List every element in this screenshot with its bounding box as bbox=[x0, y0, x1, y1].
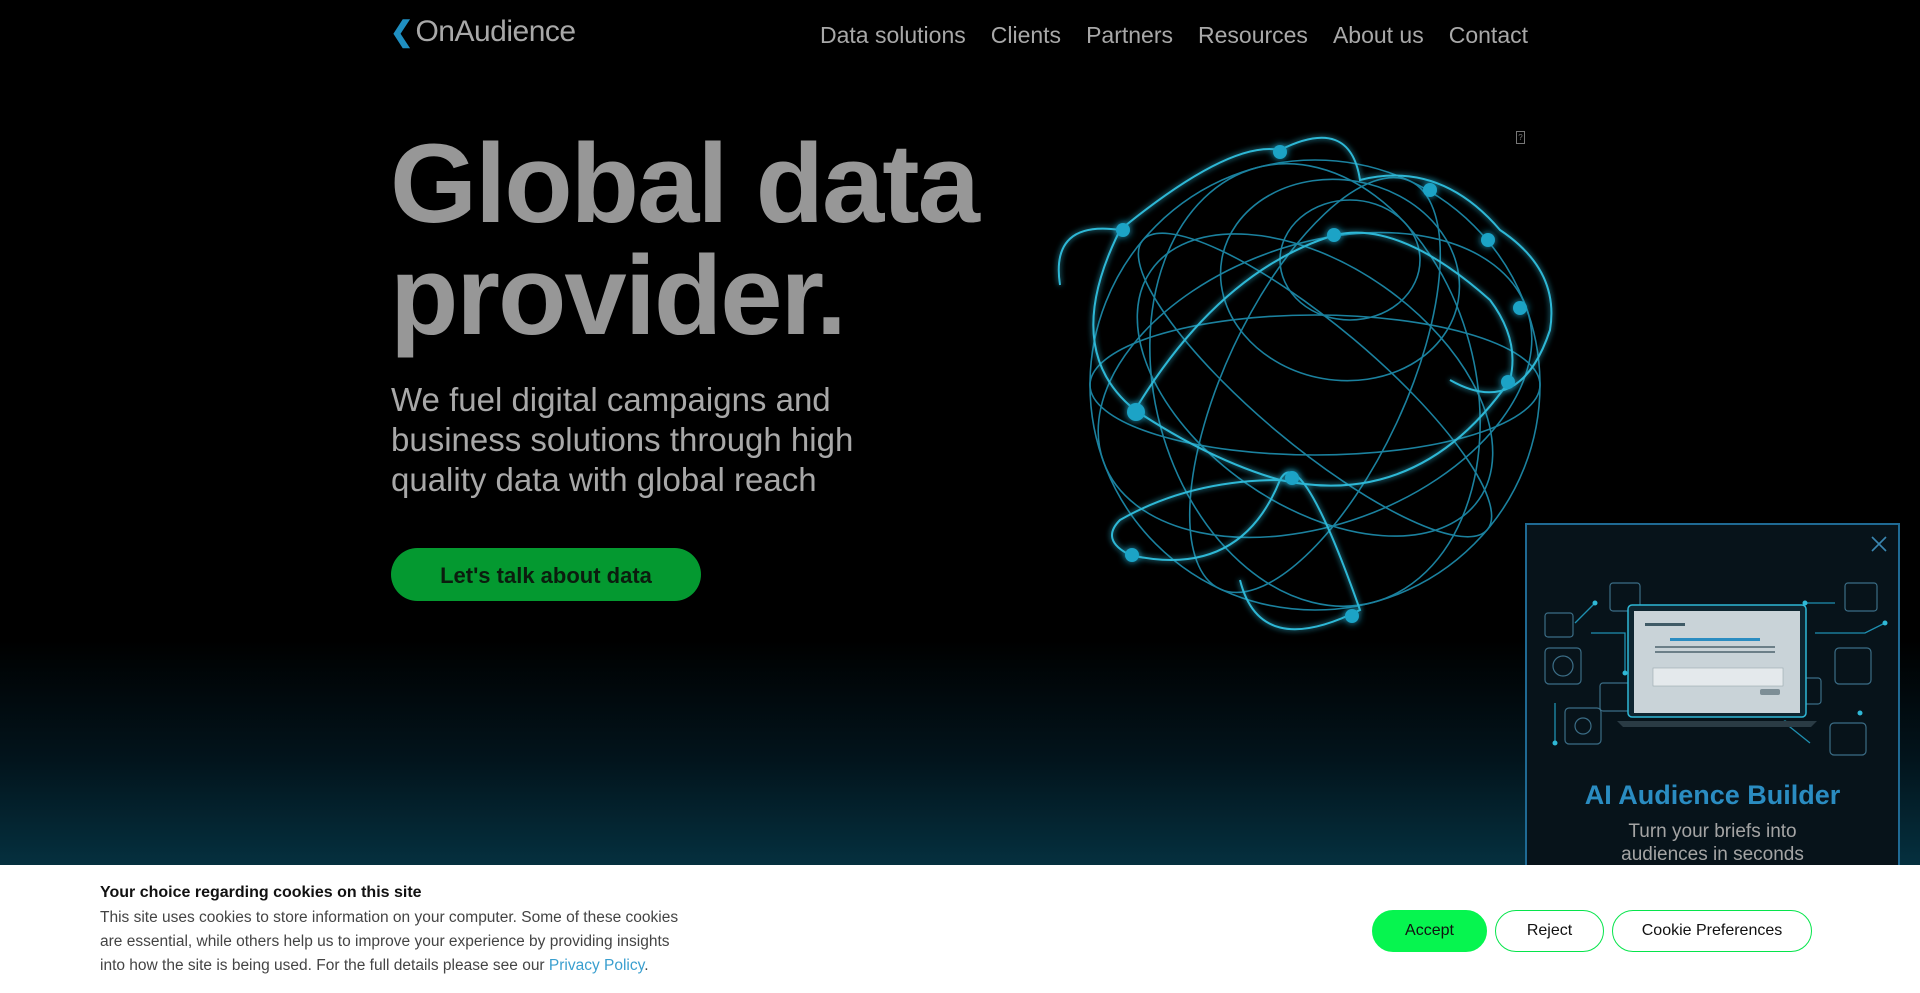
close-icon[interactable] bbox=[1868, 533, 1890, 555]
reject-button[interactable]: Reject bbox=[1495, 910, 1604, 952]
hero-title-line2: provider. bbox=[390, 233, 847, 358]
hero-title: Global data provider. bbox=[390, 128, 980, 352]
cookie-title: Your choice regarding cookies on this si… bbox=[100, 884, 422, 901]
promo-title: AI Audience Builder bbox=[1584, 780, 1841, 810]
cookie-text: This site uses cookies to store informat… bbox=[100, 906, 690, 978]
logo-text: OnAudience bbox=[415, 15, 576, 48]
cookie-text-end: . bbox=[644, 957, 649, 974]
talk-about-data-button[interactable]: Let's talk about data bbox=[391, 548, 701, 601]
hero-subtitle: We fuel digital campaigns and business s… bbox=[391, 381, 854, 498]
logo-chevron-icon: ❮ bbox=[390, 16, 414, 47]
nav-data-solutions[interactable]: Data solutions bbox=[820, 18, 966, 52]
page: ❮ OnAudience Data solutions Clients Part… bbox=[0, 0, 1920, 993]
hero-title-line1: Global data bbox=[390, 121, 980, 246]
laptop-illustration bbox=[1544, 582, 1888, 756]
cookie-banner: Your choice regarding cookies on this si… bbox=[0, 865, 1920, 993]
nav-about-us[interactable]: About us bbox=[1333, 18, 1424, 52]
main-nav: Data solutions Clients Partners Resource… bbox=[820, 18, 1528, 52]
privacy-policy-link[interactable]: Privacy Policy bbox=[549, 957, 644, 974]
accept-button[interactable]: Accept bbox=[1372, 910, 1487, 952]
site-header: ❮ OnAudience Data solutions Clients Part… bbox=[0, 0, 1920, 70]
nav-contact[interactable]: Contact bbox=[1449, 18, 1528, 52]
nav-clients[interactable]: Clients bbox=[991, 18, 1061, 52]
cookie-preferences-button[interactable]: Cookie Preferences bbox=[1612, 910, 1812, 952]
nav-partners[interactable]: Partners bbox=[1086, 18, 1173, 52]
logo-link[interactable]: ❮ OnAudience bbox=[390, 14, 576, 50]
globe-network-icon bbox=[1057, 136, 1553, 631]
promo-text: Turn your briefs into audiences in secon… bbox=[1621, 821, 1804, 865]
cookie-buttons: Accept Reject Cookie Preferences bbox=[1372, 910, 1812, 952]
nav-resources[interactable]: Resources bbox=[1198, 18, 1308, 52]
